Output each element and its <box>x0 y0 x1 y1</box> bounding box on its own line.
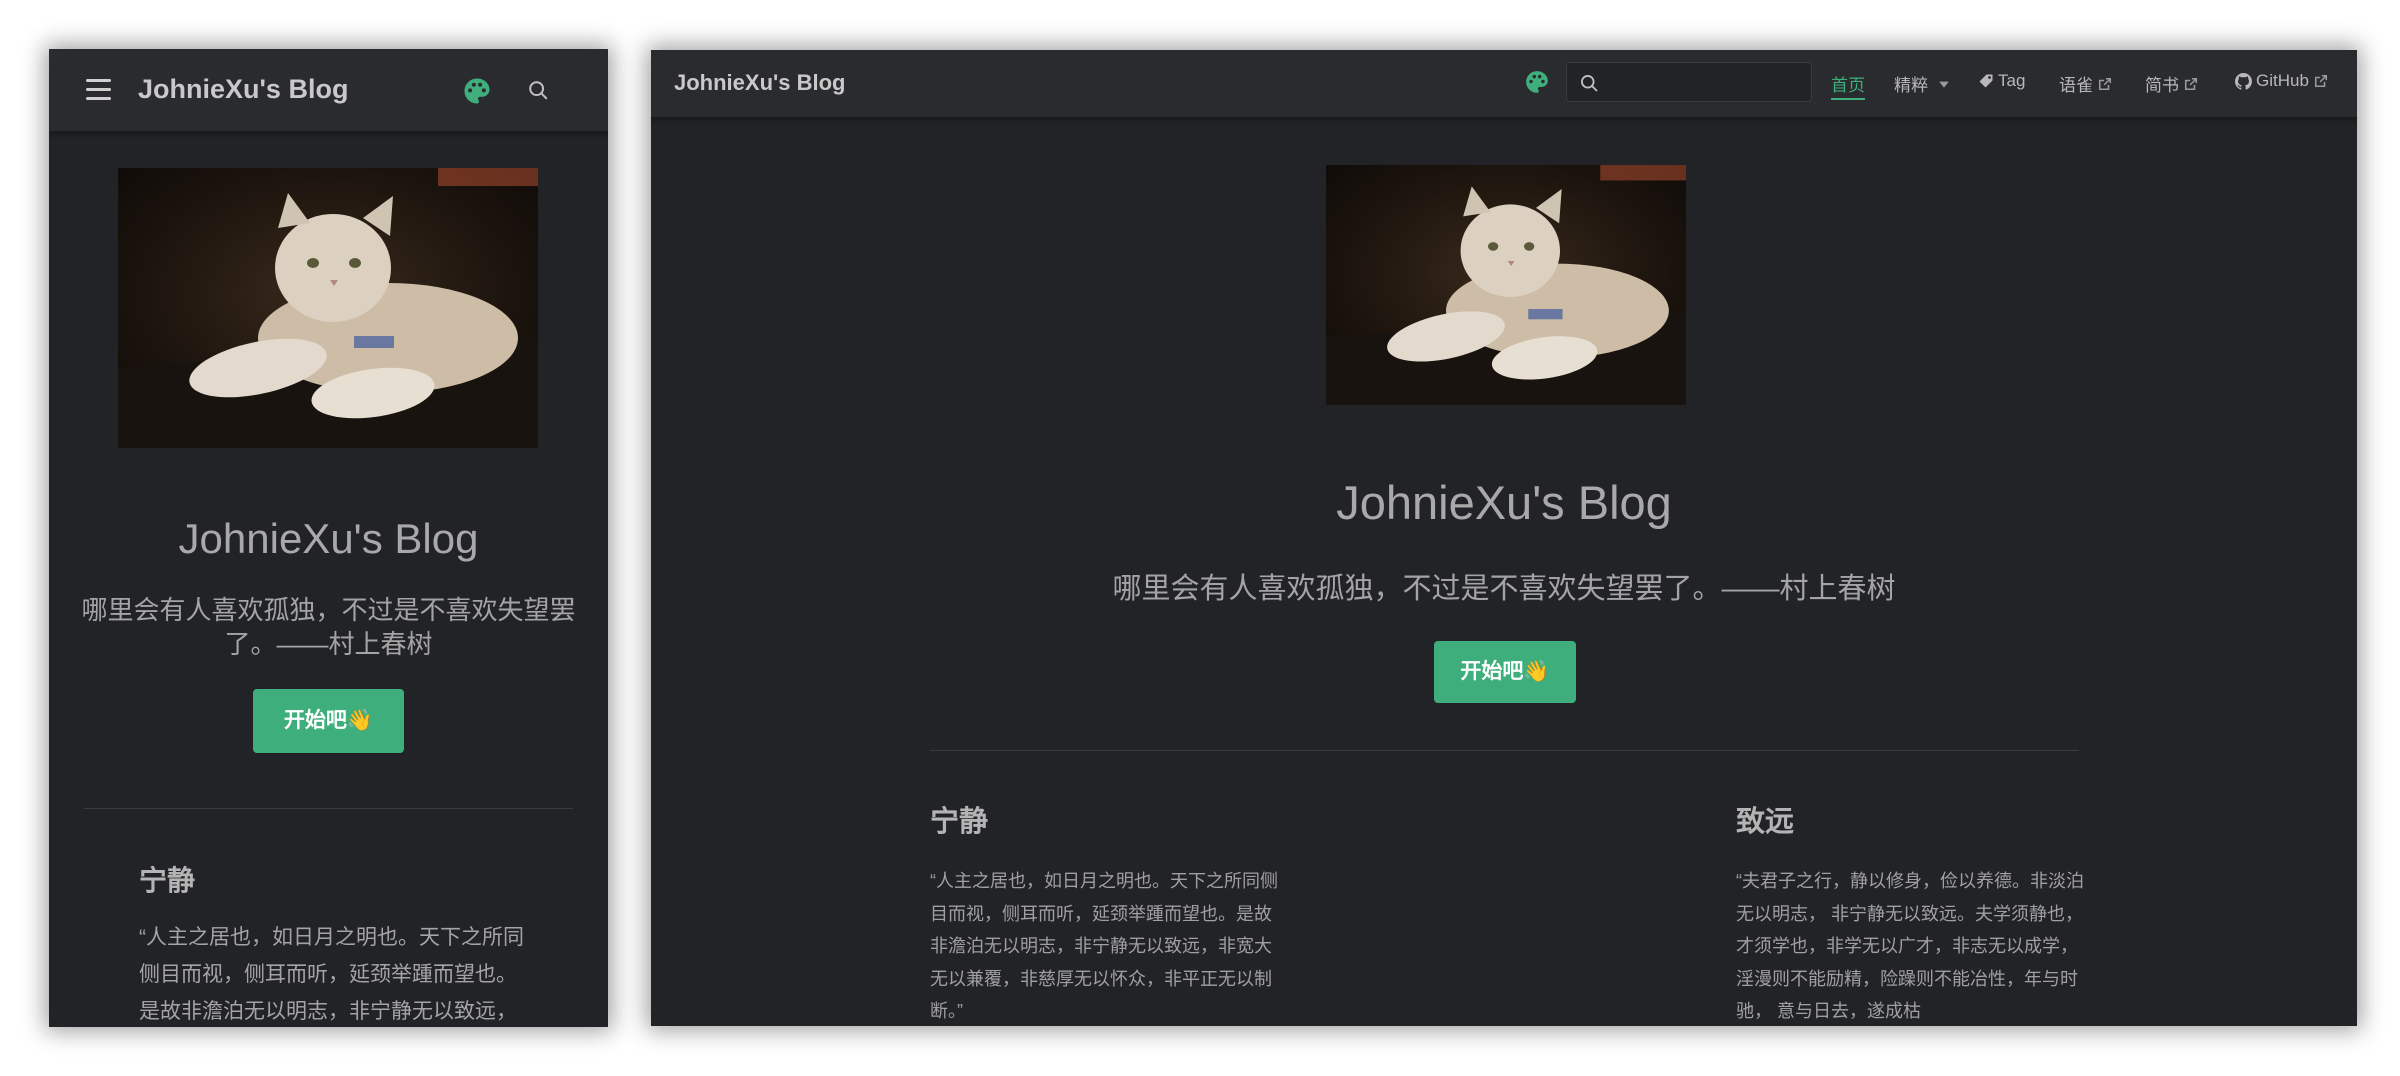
nav-item-label: 首页 <box>1831 76 1865 95</box>
hero-cat-image <box>1326 165 1686 405</box>
github-icon <box>2235 72 2252 90</box>
external-link-icon <box>2184 77 2198 90</box>
hero-title: JohnieXu's Blog <box>178 515 479 562</box>
site-title[interactable]: JohnieXu's Blog <box>674 70 845 96</box>
nav-item-yuque[interactable]: 语雀 <box>2059 71 2112 96</box>
nav-item-featured[interactable]: 精粹 <box>1894 71 1950 96</box>
external-link-icon <box>2314 74 2327 88</box>
feature-text: “人主之居也，如日月之明也。天下之所同侧目而视，侧耳而听，延颈举踵而望也。是故非… <box>930 871 1278 1021</box>
hero-title: JohnieXu's Blog <box>1336 476 1672 529</box>
start-button[interactable]: 开始吧👋 <box>253 689 404 753</box>
mobile-navbar: JohnieXu's Blog <box>49 49 608 132</box>
tag-icon <box>1979 74 1993 88</box>
feature-title: 宁静 <box>930 806 989 838</box>
feature-text: “夫君子之行，静以修身，俭以养德。非淡泊无以明志， 非宁静无以致远。夫学须静也，… <box>1736 871 2084 1021</box>
nav-item-label: 简书 <box>2145 76 2179 95</box>
hero-tagline: 哪里会有人喜欢孤独，不过是不喜欢失望罢了。——村上春树 <box>81 595 576 659</box>
site-title[interactable]: JohnieXu's Blog <box>138 74 348 105</box>
hero-tagline: 哪里会有人喜欢孤独，不过是不喜欢失望罢了。——村上春树 <box>1112 573 1896 605</box>
feature-title: 宁静 <box>139 865 196 896</box>
dropdown-arrow-icon <box>1939 81 1949 88</box>
nav-item-label: GitHub <box>2256 71 2309 90</box>
desktop-navbar: JohnieXu's Blog 首页 精粹 Tag 语雀 简书 GitHub <box>651 50 2357 118</box>
nav-item-label: Tag <box>1998 71 2026 90</box>
hamburger-menu-icon[interactable] <box>86 79 111 101</box>
feature-text: “人主之居也，如日月之明也。天下之所同侧目而视，侧耳而听，延颈举踵而望也。是故非… <box>139 926 524 1023</box>
hero-cat-image <box>118 168 538 448</box>
desktop-view: JohnieXu's Blog 首页 精粹 Tag 语雀 简书 GitHub J… <box>651 50 2357 1026</box>
start-button[interactable]: 开始吧👋 <box>1434 641 1576 703</box>
mobile-view: JohnieXu's Blog JohnieXu's Blog 哪里会有人喜欢孤… <box>49 49 608 1027</box>
divider <box>930 750 2079 751</box>
external-link-icon <box>2098 77 2112 90</box>
nav-item-label: 语雀 <box>2059 76 2093 95</box>
nav-item-label: 精粹 <box>1894 76 1928 95</box>
search-icon <box>1579 73 1599 93</box>
search-icon[interactable] <box>527 79 549 101</box>
palette-icon[interactable] <box>462 76 492 106</box>
search-box[interactable] <box>1566 62 1812 102</box>
divider <box>84 808 573 809</box>
nav-item-home[interactable]: 首页 <box>1831 71 1865 100</box>
feature-title: 致远 <box>1736 806 1795 838</box>
nav-item-tag[interactable]: Tag <box>1978 71 2025 91</box>
nav-item-github[interactable]: GitHub <box>2235 71 2328 91</box>
search-input[interactable] <box>1607 67 1803 97</box>
palette-icon[interactable] <box>1524 69 1550 95</box>
nav-item-jianshu[interactable]: 简书 <box>2145 71 2198 96</box>
